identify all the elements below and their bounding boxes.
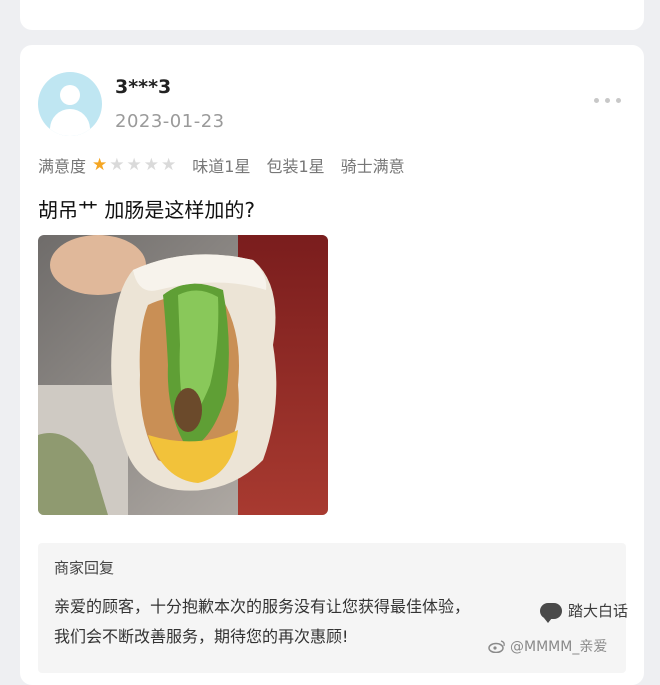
review-card: 3***3 2023-01-23 满意度 ★ ★ ★ ★ ★ 味道1星 包装1星… — [20, 45, 644, 685]
star-rating: ★ ★ ★ ★ ★ — [92, 154, 178, 175]
rider-tag: 骑士满意 — [340, 157, 405, 176]
satisfaction-label: 满意度 — [38, 157, 87, 176]
more-icon[interactable] — [594, 95, 630, 105]
reviewer-name: 3***3 — [115, 76, 172, 98]
avatar-placeholder-icon — [60, 85, 80, 105]
star-icon: ★ — [143, 154, 160, 175]
weibo-watermark: @MMMM_亲爱 — [488, 636, 607, 656]
star-icon: ★ — [109, 154, 125, 175]
channel-watermark: 踏大白话 — [540, 600, 629, 623]
star-icon: ★ — [161, 154, 177, 175]
review-text: 胡吊艹 加肠是这样加的? — [38, 198, 255, 222]
star-icon: ★ — [126, 154, 142, 175]
weibo-watermark-text: @MMMM_亲爱 — [510, 639, 608, 655]
avatar[interactable] — [38, 72, 102, 136]
rating-row: 满意度 ★ ★ ★ ★ ★ 味道1星 包装1星 骑士满意 — [38, 153, 421, 177]
packaging-tag: 包装1星 — [266, 157, 325, 176]
taste-tag: 味道1星 — [192, 157, 251, 176]
food-photo-image — [38, 235, 328, 515]
star-icon: ★ — [92, 154, 108, 175]
review-date: 2023-01-23 — [115, 111, 225, 132]
merchant-reply-line: 亲爱的顾客，十分抱歉本次的服务没有让您获得最佳体验， — [54, 597, 471, 616]
weibo-icon — [488, 640, 505, 653]
previous-review-card — [20, 0, 644, 30]
merchant-reply-title: 商家回复 — [54, 559, 115, 577]
merchant-reply-line: 我们会不断改善服务，期待您的再次惠顾! — [54, 627, 349, 646]
channel-watermark-text: 踏大白话 — [568, 602, 629, 620]
review-photo[interactable] — [38, 235, 328, 515]
wechat-icon — [540, 602, 562, 623]
